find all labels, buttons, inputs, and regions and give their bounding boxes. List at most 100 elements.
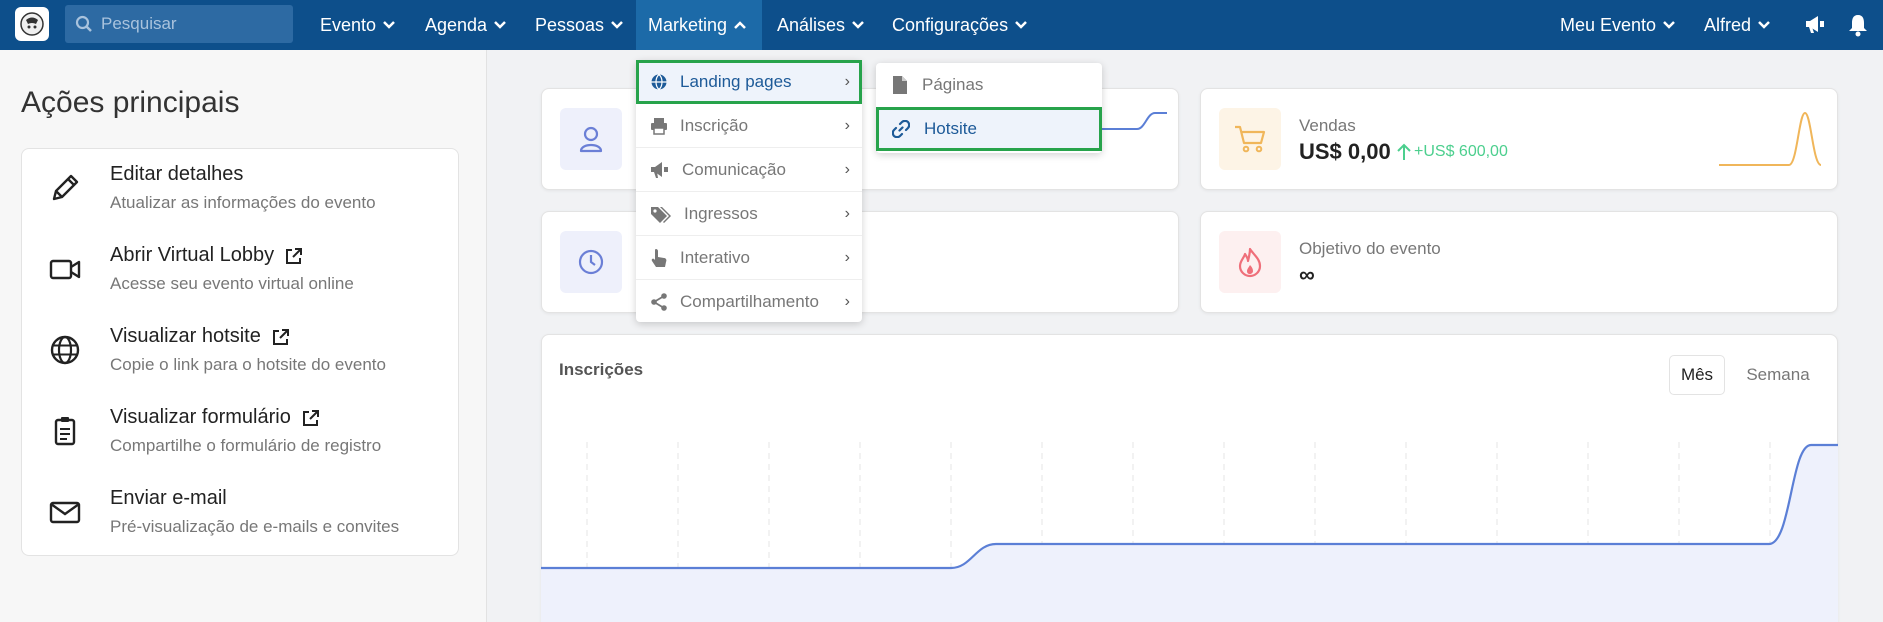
chevron-up-icon [734,21,746,29]
chevron-right-icon: › [844,73,850,90]
shopping-cart-icon [1235,125,1266,153]
submenu-item-label: Hotsite [924,119,977,138]
menu-item-inscricao[interactable]: Inscrição › [636,104,862,148]
nav-analises-label: Análises [777,14,846,35]
sales-value: US$ 0,00 [1299,139,1391,164]
action-title: Visualizar formulário [110,406,321,429]
nav-pessoas-label: Pessoas [535,14,605,35]
stat-card-sales: Vendas US$ 0,00 +US$ 600,00 [1200,88,1838,190]
pencil-icon [52,174,79,201]
search-box[interactable] [65,5,293,43]
nav-pessoas[interactable]: Pessoas [523,0,636,50]
tags-icon [651,206,671,223]
goal-icon-box [1219,231,1281,293]
fire-icon [1238,247,1262,278]
chevron-down-icon [383,21,395,29]
action-edit-details[interactable]: Editar detalhes Atualizar as informações… [22,151,460,231]
goal-label: Objetivo do evento [1299,239,1441,258]
action-view-hotsite[interactable]: Visualizar hotsite Copie o link para o h… [22,313,460,393]
menu-item-compartilhamento[interactable]: Compartilhamento › [636,280,862,324]
action-subtitle: Pré-visualização de e-mails e convites [110,517,400,536]
action-open-virtual-lobby[interactable]: Abrir Virtual Lobby Acesse seu evento vi… [22,232,460,312]
chevron-right-icon: › [844,204,850,222]
share-icon [651,293,667,311]
action-title: Visualizar hotsite [110,325,291,348]
external-link-icon [302,409,319,426]
chevron-right-icon: › [844,116,850,134]
participants-icon-box [560,108,622,170]
goal-value: ∞ [1299,262,1315,287]
nav-user-label: Alfred [1704,14,1752,35]
menu-item-label: Interativo [680,247,750,267]
megaphone-icon[interactable] [1803,12,1827,36]
nav-user-menu[interactable]: Alfred [1692,0,1783,50]
printer-icon [651,117,667,135]
top-navbar: Evento Agenda Pessoas Marketing Análises… [0,0,1883,50]
registrations-area [541,445,1838,622]
nav-marketing[interactable]: Marketing [636,0,762,50]
chevron-right-icon: › [844,160,850,178]
external-link-icon [272,328,289,345]
action-title: Abrir Virtual Lobby [110,244,304,267]
sales-sparkline [1719,111,1821,166]
sales-icon-box [1219,108,1281,170]
envelope-icon [49,501,81,524]
search-icon [75,15,92,32]
chevron-right-icon: › [844,293,850,310]
tab-week[interactable]: Semana [1738,355,1818,395]
action-view-form[interactable]: Visualizar formulário Compartilhe o form… [22,394,460,474]
chevron-down-icon [1015,21,1027,29]
nav-analises[interactable]: Análises [765,0,877,50]
marketing-dropdown-menu: Landing pages › Inscrição › Comunicação … [636,60,862,322]
app-logo[interactable] [15,7,49,41]
action-subtitle: Acesse seu evento virtual online [110,274,354,293]
time-icon-box [560,231,622,293]
main-actions-title: Ações principais [21,86,240,119]
action-send-email[interactable]: Enviar e-mail Pré-visualização de e-mail… [22,475,460,555]
menu-item-label: Ingressos [684,203,758,223]
menu-item-label: Landing pages [680,72,792,91]
action-subtitle: Atualizar as informações do evento [110,193,376,212]
menu-item-ingressos[interactable]: Ingressos › [636,192,862,236]
participants-sparkline [1097,112,1167,130]
globe-icon [50,335,80,365]
landing-pages-submenu: Páginas Hotsite [876,63,1102,153]
sales-label: Vendas [1299,116,1356,135]
chevron-down-icon [611,21,623,29]
registrations-title: Inscrições [559,360,644,379]
video-camera-icon [49,259,81,280]
chevron-down-icon [852,21,864,29]
tab-month[interactable]: Mês [1669,355,1725,395]
menu-item-interativo[interactable]: Interativo › [636,236,862,280]
nav-meu-evento-label: Meu Evento [1560,14,1657,35]
action-subtitle: Compartilhe o formulário de registro [110,436,382,455]
nav-evento[interactable]: Evento [308,0,408,50]
pointer-hand-icon [651,248,667,267]
chevron-right-icon: › [844,248,850,266]
chevron-down-icon [1663,21,1675,29]
nav-configuracoes[interactable]: Configurações [880,0,1040,50]
stat-card-goal: Objetivo do evento ∞ [1200,211,1838,313]
nav-evento-label: Evento [320,14,377,35]
arrow-up-icon [1397,143,1411,160]
submenu-item-label: Páginas [922,75,984,94]
bell-icon[interactable] [1847,13,1869,37]
logo-icon [20,12,44,36]
menu-item-label: Inscrição [680,115,749,135]
nav-configuracoes-label: Configurações [892,14,1009,35]
sales-delta: +US$ 600,00 [1397,143,1508,161]
nav-meu-evento[interactable]: Meu Evento [1548,0,1688,50]
menu-item-landing-pages[interactable]: Landing pages › [636,60,862,104]
nav-agenda[interactable]: Agenda [413,0,519,50]
chevron-down-icon [494,21,506,29]
chevron-down-icon [1758,21,1770,29]
link-icon [892,120,910,138]
menu-item-comunicacao[interactable]: Comunicação › [636,148,862,192]
main-actions-panel: Ações principais Editar detalhes Atualiz… [0,50,487,622]
submenu-item-paginas[interactable]: Páginas [876,63,1102,107]
submenu-item-hotsite[interactable]: Hotsite [876,107,1102,151]
file-icon [893,76,907,94]
search-input[interactable] [101,14,281,34]
action-subtitle: Copie o link para o hotsite do evento [110,355,386,374]
clipboard-icon [54,417,76,446]
